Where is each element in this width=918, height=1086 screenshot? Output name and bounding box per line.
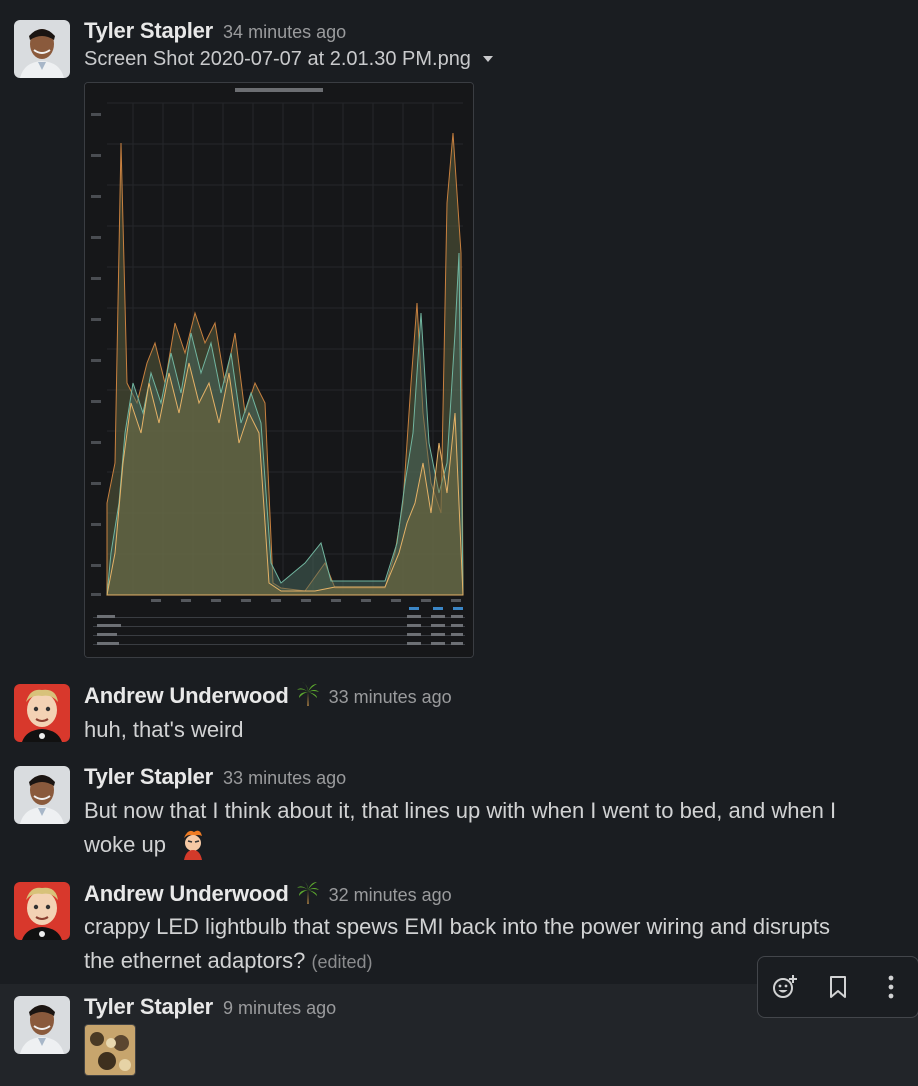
message-text-line1: But now that I think about it, that line… [84,798,837,823]
add-reaction-icon [772,975,797,998]
chevron-down-icon[interactable] [482,56,493,62]
avatar-tyler[interactable] [14,20,70,78]
author-name[interactable]: Andrew Underwood [84,881,289,906]
palm-tree-icon[interactable] [296,682,319,706]
author-name[interactable]: Tyler Stapler [84,18,213,43]
avatar-andrew[interactable] [14,882,70,940]
message-text: But now that I think about it, that line… [84,794,914,862]
message-text-line1: crappy LED lightbulb that spews EMI back… [84,914,830,939]
author-name[interactable]: Tyler Stapler [84,764,213,789]
fry-squint-emoji-icon[interactable] [180,828,206,860]
message-text-line2: woke up [84,828,914,862]
timestamp[interactable]: 33 minutes ago [329,687,452,707]
message-text-line2-label: woke up [84,832,166,857]
bookmark-icon [829,976,846,998]
message-text: huh, that's weird [84,717,244,742]
file-name-label: Screen Shot 2020-07-07 at 2.01.30 PM.png [84,48,471,70]
avatar-tyler[interactable] [14,996,70,1054]
author-name[interactable]: Andrew Underwood [84,683,289,708]
file-name[interactable]: Screen Shot 2020-07-07 at 2.01.30 PM.png [84,48,493,71]
screenshot-image [85,83,473,657]
timestamp[interactable]: 33 minutes ago [223,768,346,788]
more-actions-button[interactable] [871,967,911,1007]
timestamp[interactable]: 32 minutes ago [329,885,452,905]
message-tyler-2: Tyler Stapler 33 minutes ago But now that… [0,752,918,870]
edited-label: (edited) [311,952,373,972]
message-andrew-1: Andrew Underwood 33 minutes ago huh, that… [0,670,918,760]
save-message-button[interactable] [818,967,858,1007]
add-reaction-button[interactable] [765,967,805,1007]
image-thumbnail[interactable] [84,1024,136,1076]
message-tyler-1: Tyler Stapler 34 minutes ago Screen Shot … [0,0,918,660]
timestamp[interactable]: 34 minutes ago [223,22,346,42]
timestamp[interactable]: 9 minutes ago [223,998,336,1018]
message-text-line2-label: the ethernet adaptors? [84,948,306,973]
image-attachment[interactable] [84,82,474,658]
more-vertical-icon [888,975,894,999]
author-name[interactable]: Tyler Stapler [84,994,213,1019]
message-actions-toolbar [757,956,918,1018]
avatar-tyler[interactable] [14,766,70,824]
avatar-andrew[interactable] [14,684,70,742]
palm-tree-icon[interactable] [296,880,319,904]
